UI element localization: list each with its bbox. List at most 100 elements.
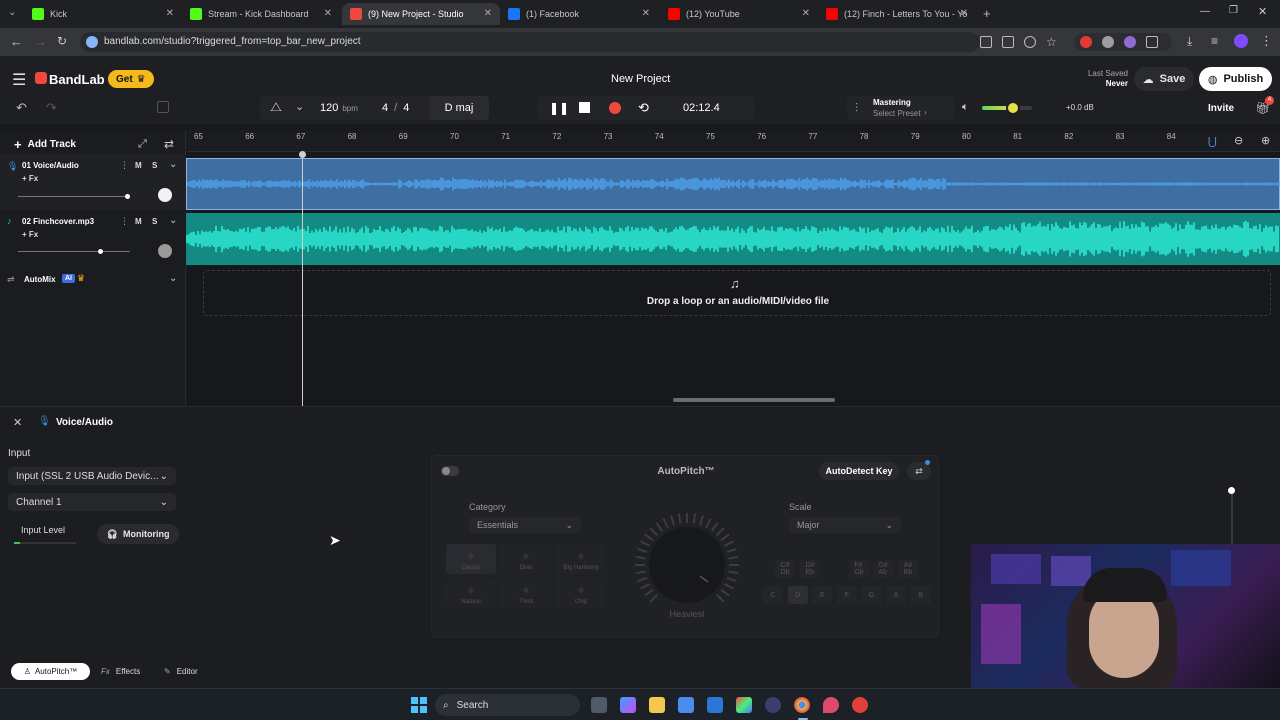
scale-key-natural[interactable]: A	[886, 586, 906, 604]
browser-menu-icon[interactable]: ⋮	[1260, 33, 1273, 49]
browser-tab[interactable]: (12) YouTube ✕	[660, 3, 818, 25]
scale-key-natural[interactable]: B	[910, 586, 931, 604]
track-menu-icon[interactable]: ⋮	[120, 216, 129, 227]
extension-gray-icon[interactable]	[1102, 36, 1114, 48]
record-icon[interactable]	[609, 102, 621, 114]
close-tab-icon[interactable]: ✕	[484, 8, 492, 19]
timeline-ruler[interactable]: 65 66 67 68 69 70 71 72 73 74 75 76 77 78 79 80 81 82 83 84…	[186, 130, 1280, 152]
minimize-icon[interactable]: —	[1200, 6, 1210, 17]
cast-icon[interactable]	[1002, 36, 1014, 48]
close-tab-icon[interactable]: ✕	[166, 8, 174, 19]
stop-icon[interactable]	[579, 102, 590, 113]
master-volume-knob[interactable]	[1006, 101, 1020, 115]
effect-preset-chip[interactable]: ✧ Chip	[556, 578, 606, 608]
invite-button[interactable]: Invite	[1208, 103, 1234, 114]
add-fx-button[interactable]: + Fx	[22, 230, 38, 239]
mute-button[interactable]: M	[135, 161, 142, 170]
scale-select[interactable]: Major ⌄	[789, 517, 901, 533]
bandlab-taskbar-icon[interactable]	[852, 697, 868, 713]
scale-key-sharp[interactable]: F# Gb	[849, 560, 869, 578]
eye-off-icon[interactable]	[1024, 36, 1036, 48]
key-selector[interactable]: D maj	[429, 96, 489, 120]
track-name[interactable]: 01 Voice/Audio	[22, 161, 79, 170]
close-tab-icon[interactable]: ✕	[802, 8, 810, 19]
scale-key-sharp[interactable]: G# Ab	[873, 560, 893, 578]
effect-preset-third[interactable]: ✧ Third	[501, 578, 551, 608]
effect-preset-natural[interactable]: ✧ Natural	[446, 578, 496, 608]
add-track-button[interactable]: + Add Track	[14, 137, 76, 152]
media-icon[interactable]: ≡	[1211, 34, 1218, 48]
track-lanes[interactable]: ♫ Drop a loop or an audio/MIDI/video fil…	[186, 151, 1280, 406]
master-volume-slider[interactable]	[982, 101, 1032, 115]
pitch-correction-slider[interactable]	[1231, 487, 1233, 547]
scale-key-natural[interactable]: E	[812, 586, 833, 604]
automation-icon[interactable]: ⤢	[138, 138, 147, 151]
file-explorer-icon[interactable]	[649, 697, 665, 713]
tab-editor[interactable]: ✎ Editor	[164, 663, 198, 680]
add-fx-button[interactable]: + Fx	[22, 174, 38, 183]
url-field[interactable]: bandlab.com/studio?triggered_from=top_ba…	[80, 32, 980, 52]
scale-key-natural[interactable]: G	[861, 586, 882, 604]
track-menu-icon[interactable]: ⋮	[120, 160, 129, 171]
redo-icon[interactable]: ↷	[46, 100, 57, 116]
automix-row[interactable]: ⇌ AutoMix AI ♛ ⌄	[0, 270, 186, 290]
app-icon[interactable]	[736, 697, 752, 713]
playhead-time[interactable]: 02:12.4	[683, 102, 720, 114]
solo-button[interactable]: S	[152, 217, 157, 226]
browser-tab[interactable]: (1) Facebook ✕	[500, 3, 658, 25]
autodetect-key-button[interactable]: AutoDetect Key	[819, 462, 899, 480]
region-finchcover[interactable]	[186, 213, 1280, 265]
zoom-out-icon[interactable]: ⊖	[1234, 134, 1243, 147]
close-tab-icon[interactable]: ✕	[960, 8, 968, 19]
task-view-icon[interactable]	[591, 697, 607, 713]
mail-icon[interactable]	[707, 697, 723, 713]
scale-key-natural[interactable]: D	[787, 586, 808, 604]
store-icon[interactable]	[678, 697, 694, 713]
panel-toggle-icon[interactable]	[157, 101, 169, 113]
zoom-in-icon[interactable]: ⊕	[1261, 134, 1270, 147]
speaker-icon[interactable]: 🔈︎	[962, 101, 969, 114]
tab-list-icon[interactable]: ⌄	[8, 7, 16, 18]
browser-tab[interactable]: Stream - Kick Dashboard ✕	[182, 3, 340, 25]
scale-key-sharp[interactable]: C# Db	[775, 560, 795, 578]
project-title[interactable]: New Project	[611, 73, 670, 85]
scale-key-natural[interactable]: F	[836, 586, 857, 604]
track-options-icon[interactable]: ⇄	[164, 137, 174, 151]
pin-app-icon[interactable]	[823, 697, 839, 713]
browser-tab[interactable]: Kick ✕	[24, 3, 182, 25]
tab-autopitch[interactable]: ♙ AutoPitch™	[11, 663, 90, 680]
save-button[interactable]: ☁ Save	[1134, 67, 1194, 91]
mute-button[interactable]: M	[135, 217, 142, 226]
download-icon[interactable]: ⤓	[1187, 34, 1192, 49]
reload-icon[interactable]: ↻	[57, 34, 67, 48]
pause-icon[interactable]: ❚❚	[549, 101, 569, 115]
profile-avatar[interactable]	[1234, 34, 1248, 48]
track-header-voice-audio[interactable]: 🎙︎ 01 Voice/Audio + Fx ⋮ M S ⌄	[0, 154, 186, 210]
pan-knob[interactable]	[158, 188, 172, 202]
obs-icon[interactable]	[765, 697, 781, 713]
region-voice-audio[interactable]	[186, 158, 1280, 210]
effect-preset-duet[interactable]: ✧ Duet	[501, 544, 551, 574]
track-volume-handle[interactable]	[98, 249, 103, 254]
snap-magnet-icon[interactable]: ⋃	[1208, 135, 1217, 148]
chevron-down-icon[interactable]: ⌄	[169, 215, 177, 226]
close-panel-icon[interactable]: ✕	[13, 416, 22, 429]
bookmark-star-icon[interactable]: ☆	[1046, 35, 1057, 49]
metronome-dropdown-icon[interactable]: ⌄	[295, 100, 304, 113]
track-volume-slider[interactable]	[18, 251, 130, 252]
close-tab-icon[interactable]: ✕	[324, 8, 332, 19]
undo-icon[interactable]: ↶	[16, 100, 27, 116]
drop-zone[interactable]: ♫ Drop a loop or an audio/MIDI/video fil…	[203, 270, 1271, 316]
scale-key-sharp[interactable]: D# Eb	[800, 560, 820, 578]
scale-key-natural[interactable]: C	[763, 586, 783, 604]
track-name[interactable]: 02 Finchcover.mp3	[22, 217, 94, 226]
restore-icon[interactable]: ❐	[1229, 5, 1238, 16]
site-info-icon[interactable]	[86, 36, 98, 48]
loop-icon[interactable]: ⟲	[638, 100, 649, 116]
chrome-icon[interactable]	[794, 697, 810, 713]
tab-effects[interactable]: Fx Effects	[101, 663, 140, 680]
chevron-down-icon[interactable]: ⌄	[169, 159, 177, 170]
close-window-icon[interactable]: ✕	[1258, 5, 1267, 18]
time-signature-field[interactable]: 4 / 4	[382, 102, 409, 114]
scale-key-sharp[interactable]: A# Bb	[898, 560, 918, 578]
